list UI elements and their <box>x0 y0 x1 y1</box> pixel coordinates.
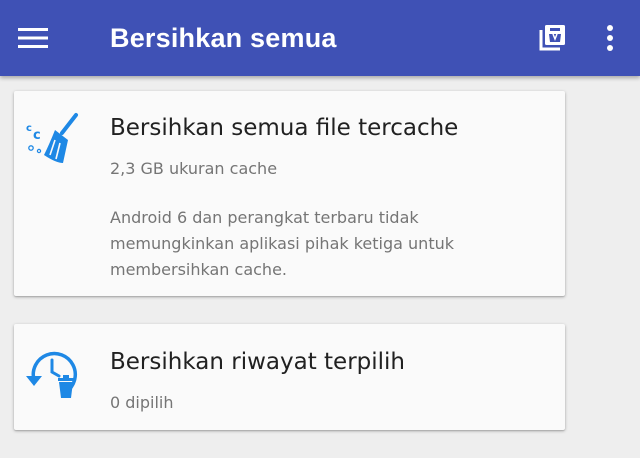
card-title: Bersihkan semua file tercache <box>110 115 459 141</box>
page-title: Bersihkan semua <box>110 23 337 53</box>
clean-selected-history-card[interactable]: Bersihkan riwayat terpilih 0 dipilih <box>14 324 565 430</box>
more-options-button[interactable] <box>598 16 622 60</box>
history-trash-icon <box>26 351 77 398</box>
broom-clean-cache-icon: c c <box>26 113 78 163</box>
more-vert-icon <box>607 25 613 51</box>
selected-count-text: 0 dipilih <box>110 393 174 412</box>
svg-text:c: c <box>26 123 32 134</box>
cached-apps-button[interactable] <box>530 16 574 60</box>
card-title: Bersihkan riwayat terpilih <box>110 349 405 375</box>
cached-apps-list-icon <box>539 25 565 51</box>
app-bar-actions <box>530 16 622 60</box>
description-line: Android 6 dan perangkat terbaru tidak <box>110 208 419 227</box>
navigation-menu-button[interactable] <box>18 18 66 58</box>
description-line: memungkinkan aplikasi pihak ketiga untuk <box>110 234 454 253</box>
description-line: membersihkan cache. <box>110 260 287 279</box>
hamburger-menu-icon <box>18 28 48 48</box>
clean-all-cache-card[interactable]: c c Bersihkan semua file tercache 2,3 GB… <box>14 91 565 296</box>
card-description: Android 6 dan perangkat terbaru tidak me… <box>110 205 530 283</box>
svg-text:c: c <box>33 128 41 143</box>
cache-size-text: 2,3 GB ukuran cache <box>110 159 278 178</box>
app-bar: Bersihkan semua <box>0 0 640 76</box>
